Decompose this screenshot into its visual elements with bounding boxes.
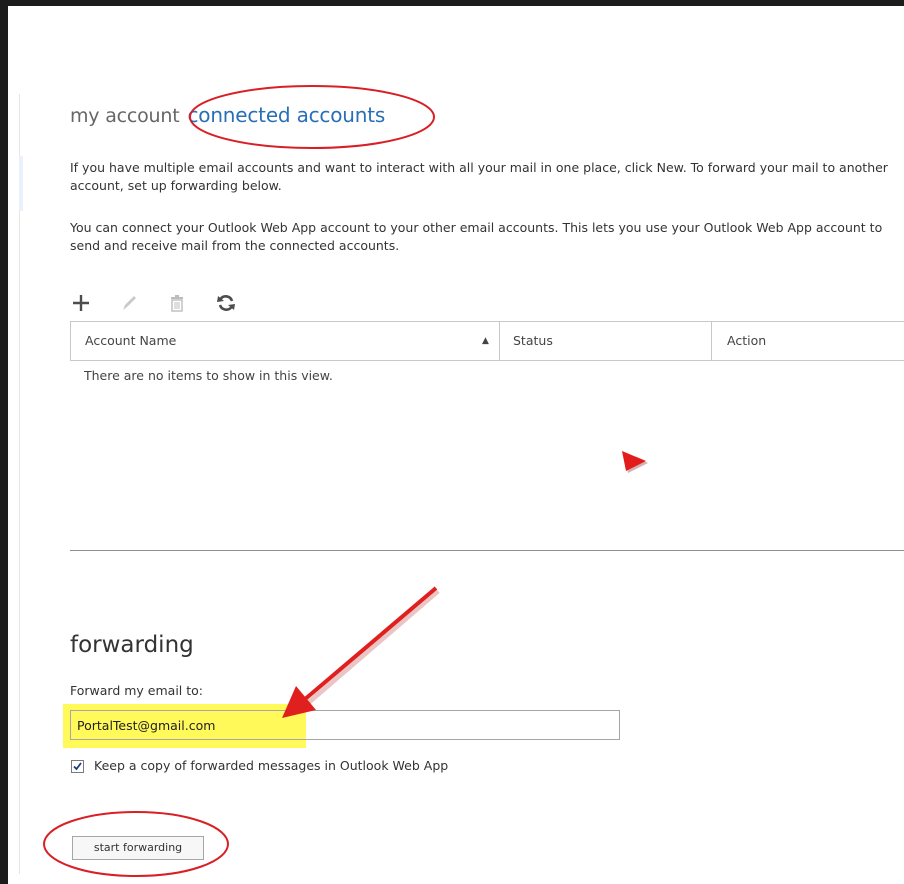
left-nav-border <box>19 94 20 874</box>
checkmark-icon <box>73 762 82 771</box>
column-header-action[interactable]: Action <box>727 322 766 360</box>
edit-icon[interactable] <box>118 292 140 314</box>
annotation-arrow <box>302 586 438 702</box>
refresh-icon[interactable] <box>215 292 237 314</box>
left-nav-selection-accent <box>19 156 23 211</box>
annotation-arrow-shadow <box>306 589 440 705</box>
breadcrumb: my account connected accounts <box>70 103 385 127</box>
keep-copy-checkbox[interactable] <box>71 760 84 773</box>
forward-email-label: Forward my email to: <box>70 683 203 698</box>
start-forwarding-button[interactable]: start forwarding <box>72 836 204 860</box>
forward-email-input[interactable] <box>70 710 620 740</box>
owa-options-page: my account connected accounts If you have… <box>8 6 904 884</box>
section-divider <box>70 550 904 551</box>
accounts-grid-header: Account Name ▲ Status Action <box>70 321 904 361</box>
delete-icon[interactable] <box>166 292 188 314</box>
add-icon[interactable] <box>70 292 92 314</box>
column-header-account-name[interactable]: Account Name <box>85 322 176 360</box>
intro-paragraph-2: You can connect your Outlook Web App acc… <box>70 220 883 253</box>
column-divider <box>711 322 712 360</box>
breadcrumb-my-account[interactable]: my account <box>70 105 180 127</box>
intro-paragraph-1: If you have multiple email accounts and … <box>70 160 888 193</box>
sort-ascending-icon[interactable]: ▲ <box>482 336 489 346</box>
grid-empty-message: There are no items to show in this view. <box>84 368 333 383</box>
red-pointer-icon <box>622 451 648 473</box>
breadcrumb-connected-accounts: connected accounts <box>187 103 386 127</box>
forwarding-heading: forwarding <box>70 632 194 658</box>
column-header-status[interactable]: Status <box>513 322 553 360</box>
keep-copy-label[interactable]: Keep a copy of forwarded messages in Out… <box>94 758 448 773</box>
red-annotations <box>43 85 440 877</box>
column-divider <box>499 322 500 360</box>
